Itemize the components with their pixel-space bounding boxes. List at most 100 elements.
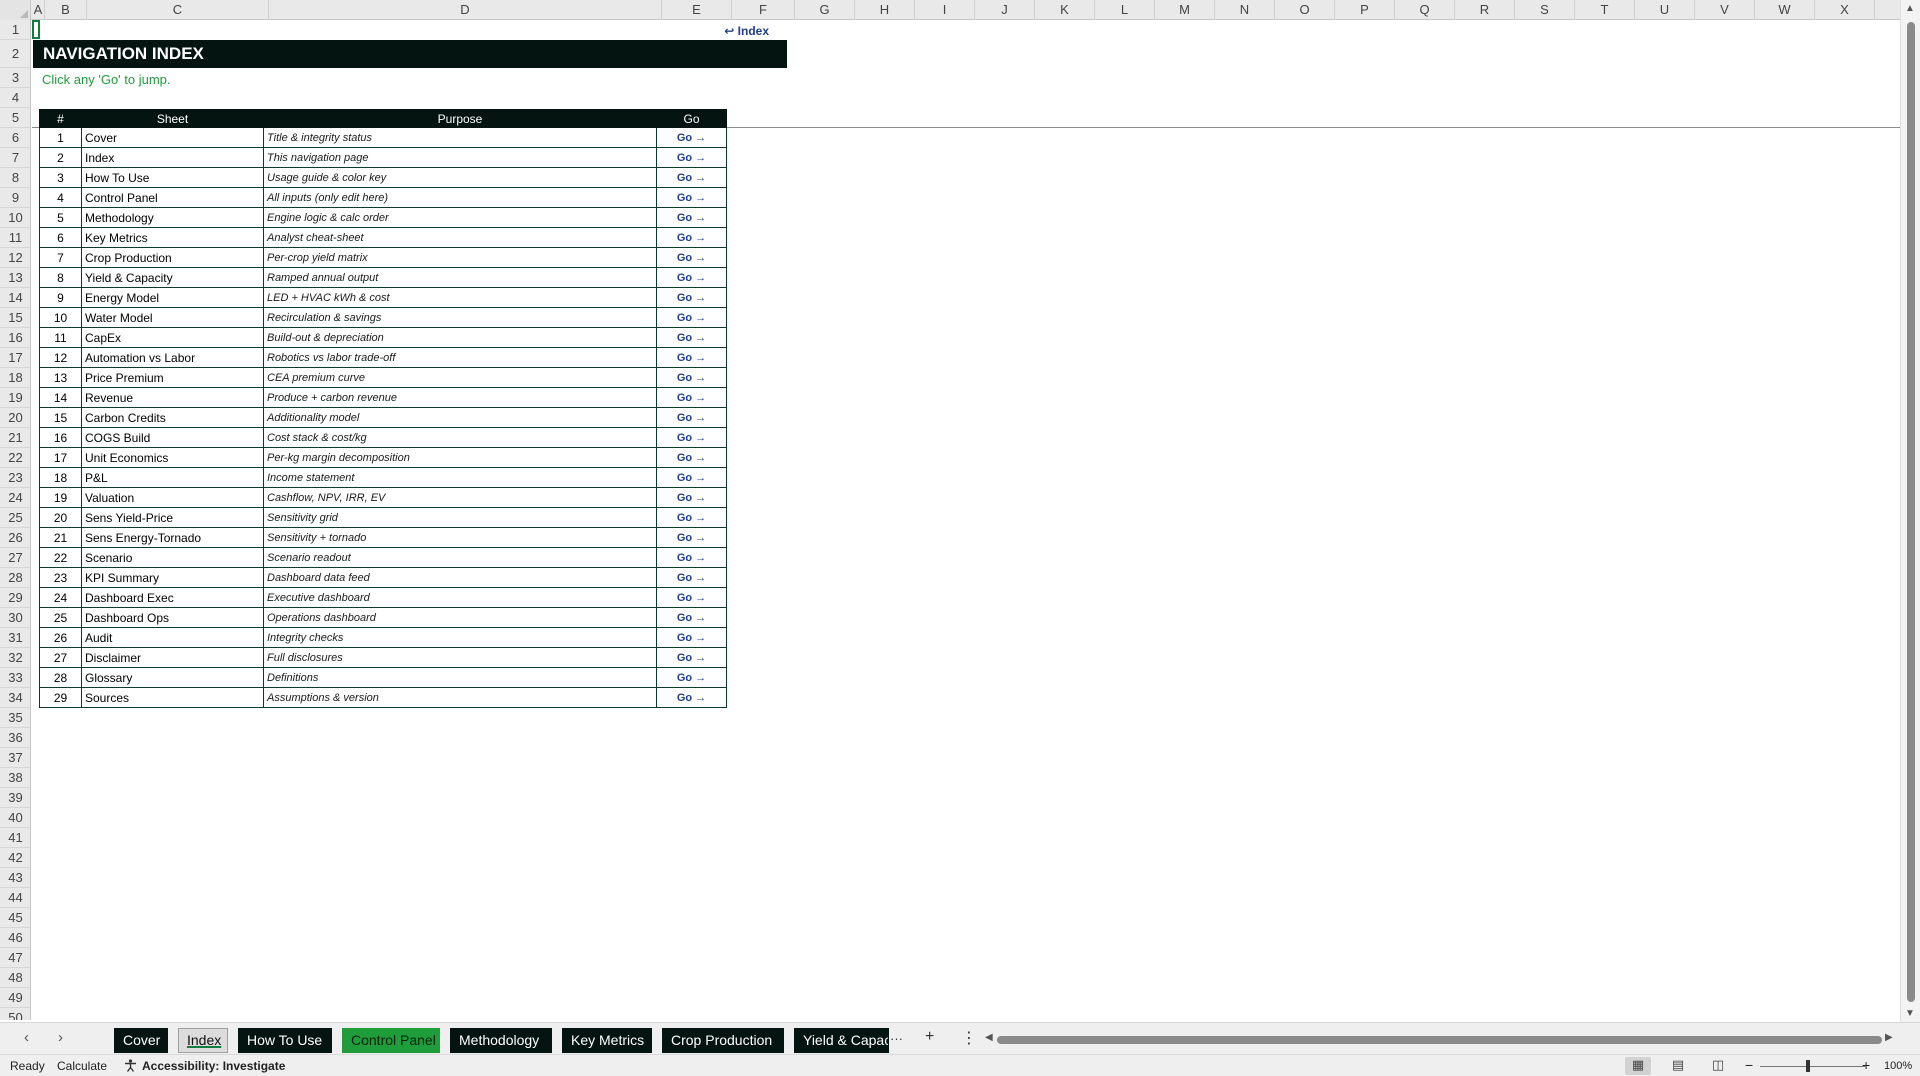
row-header-15[interactable]: 15 <box>0 308 30 328</box>
column-header-x[interactable]: X <box>1815 0 1875 20</box>
row-header-44[interactable]: 44 <box>0 888 30 908</box>
column-header-v[interactable]: V <box>1695 0 1755 20</box>
column-header-q[interactable]: Q <box>1395 0 1455 20</box>
column-header-f[interactable]: F <box>732 0 795 20</box>
row-header-47[interactable]: 47 <box>0 948 30 968</box>
go-link[interactable]: Go → <box>656 587 727 608</box>
zoom-level[interactable]: 100% <box>1884 1060 1912 1072</box>
zoom-slider-handle[interactable] <box>1806 1060 1810 1072</box>
row-header-7[interactable]: 7 <box>0 148 30 168</box>
row-header-33[interactable]: 33 <box>0 668 30 688</box>
go-link[interactable]: Go → <box>656 507 727 528</box>
column-header-i[interactable]: I <box>915 0 975 20</box>
column-header-b[interactable]: B <box>45 0 87 20</box>
row-header-26[interactable]: 26 <box>0 528 30 548</box>
zoom-slider[interactable] <box>1760 1066 1865 1067</box>
accessibility-icon[interactable] <box>124 1059 137 1073</box>
row-header-38[interactable]: 38 <box>0 768 30 788</box>
row-header-4[interactable]: 4 <box>0 88 30 108</box>
column-header-k[interactable]: K <box>1035 0 1095 20</box>
go-link[interactable]: Go → <box>656 127 727 148</box>
grid-view-icon[interactable]: ▦ <box>1625 1057 1651 1075</box>
go-link[interactable]: Go → <box>656 567 727 588</box>
column-header-m[interactable]: M <box>1155 0 1215 20</box>
go-link[interactable]: Go → <box>656 327 727 348</box>
column-header-n[interactable]: N <box>1215 0 1275 20</box>
go-link[interactable]: Go → <box>656 467 727 488</box>
column-header-j[interactable]: J <box>975 0 1035 20</box>
column-header-g[interactable]: G <box>795 0 855 20</box>
go-link[interactable]: Go → <box>656 187 727 208</box>
row-header-40[interactable]: 40 <box>0 808 30 828</box>
row-header-19[interactable]: 19 <box>0 388 30 408</box>
row-header-9[interactable]: 9 <box>0 188 30 208</box>
go-link[interactable]: Go → <box>656 447 727 468</box>
calculate-button[interactable]: Calculate <box>57 1059 107 1073</box>
horizontal-scroll-thumb[interactable] <box>997 1036 1882 1044</box>
row-header-36[interactable]: 36 <box>0 728 30 748</box>
go-link[interactable]: Go → <box>656 207 727 228</box>
column-header-h[interactable]: H <box>855 0 915 20</box>
column-header-s[interactable]: S <box>1515 0 1575 20</box>
row-header-22[interactable]: 22 <box>0 448 30 468</box>
sheet-tab-how-to-use[interactable]: How To Use <box>238 1028 332 1053</box>
go-link[interactable]: Go → <box>656 627 727 648</box>
go-link[interactable]: Go → <box>656 247 727 268</box>
vertical-scroll-thumb[interactable] <box>1907 22 1915 1002</box>
column-header-o[interactable]: O <box>1275 0 1335 20</box>
sheet-tab-crop-production[interactable]: Crop Production <box>662 1028 784 1053</box>
select-all-corner[interactable] <box>0 0 31 20</box>
column-header-e[interactable]: E <box>662 0 732 20</box>
sheet-options-icon[interactable]: ⋮ <box>961 1028 977 1048</box>
go-link[interactable]: Go → <box>656 527 727 548</box>
column-header-c[interactable]: C <box>87 0 269 20</box>
go-link[interactable]: Go → <box>656 547 727 568</box>
column-header-d[interactable]: D <box>269 0 662 20</box>
row-header-42[interactable]: 42 <box>0 848 30 868</box>
zoom-out-button[interactable]: − <box>1745 1057 1753 1073</box>
row-header-45[interactable]: 45 <box>0 908 30 928</box>
previous-sheet-icon[interactable]: ‹ <box>24 1029 29 1046</box>
horizontal-scrollbar[interactable]: ◀ ▶ <box>985 1032 1895 1046</box>
go-link[interactable]: Go → <box>656 267 727 288</box>
go-link[interactable]: Go → <box>656 147 727 168</box>
sheet-tab-cover[interactable]: Cover <box>114 1028 168 1053</box>
row-header-13[interactable]: 13 <box>0 268 30 288</box>
row-header-30[interactable]: 30 <box>0 608 30 628</box>
row-header-10[interactable]: 10 <box>0 208 30 228</box>
row-header-25[interactable]: 25 <box>0 508 30 528</box>
go-link[interactable]: Go → <box>656 387 727 408</box>
row-header-39[interactable]: 39 <box>0 788 30 808</box>
column-header-w[interactable]: W <box>1755 0 1815 20</box>
row-header-14[interactable]: 14 <box>0 288 30 308</box>
column-header-p[interactable]: P <box>1335 0 1395 20</box>
row-header-41[interactable]: 41 <box>0 828 30 848</box>
row-header-6[interactable]: 6 <box>0 128 30 148</box>
go-link[interactable]: Go → <box>656 687 727 708</box>
row-header-20[interactable]: 20 <box>0 408 30 428</box>
row-header-21[interactable]: 21 <box>0 428 30 448</box>
scroll-right-icon[interactable]: ▶ <box>1885 1032 1893 1043</box>
add-sheet-button[interactable]: + <box>925 1028 934 1046</box>
row-header-24[interactable]: 24 <box>0 488 30 508</box>
sheet-tab-methodology[interactable]: Methodology <box>450 1028 552 1053</box>
row-header-8[interactable]: 8 <box>0 168 30 188</box>
row-header-11[interactable]: 11 <box>0 228 30 248</box>
row-header-16[interactable]: 16 <box>0 328 30 348</box>
go-link[interactable]: Go → <box>656 487 727 508</box>
zoom-in-button[interactable]: + <box>1862 1057 1870 1073</box>
row-header-32[interactable]: 32 <box>0 648 30 668</box>
row-header-43[interactable]: 43 <box>0 868 30 888</box>
scroll-left-icon[interactable]: ◀ <box>985 1032 993 1043</box>
sheet-tab-yield-capac[interactable]: Yield & Capac <box>794 1028 889 1053</box>
row-header-12[interactable]: 12 <box>0 248 30 268</box>
more-sheets-icon[interactable]: ··· <box>890 1031 903 1046</box>
row-header-49[interactable]: 49 <box>0 988 30 1008</box>
row-header-46[interactable]: 46 <box>0 928 30 948</box>
cell-grid[interactable]: ↩ Index NAVIGATION INDEX Click any 'Go' … <box>32 20 1900 1020</box>
scroll-up-icon[interactable]: ▲ <box>1905 3 1915 14</box>
column-header-t[interactable]: T <box>1575 0 1635 20</box>
vertical-scrollbar[interactable]: ▲ ▼ <box>1900 0 1920 1022</box>
next-sheet-icon[interactable]: › <box>58 1029 63 1046</box>
go-link[interactable]: Go → <box>656 287 727 308</box>
